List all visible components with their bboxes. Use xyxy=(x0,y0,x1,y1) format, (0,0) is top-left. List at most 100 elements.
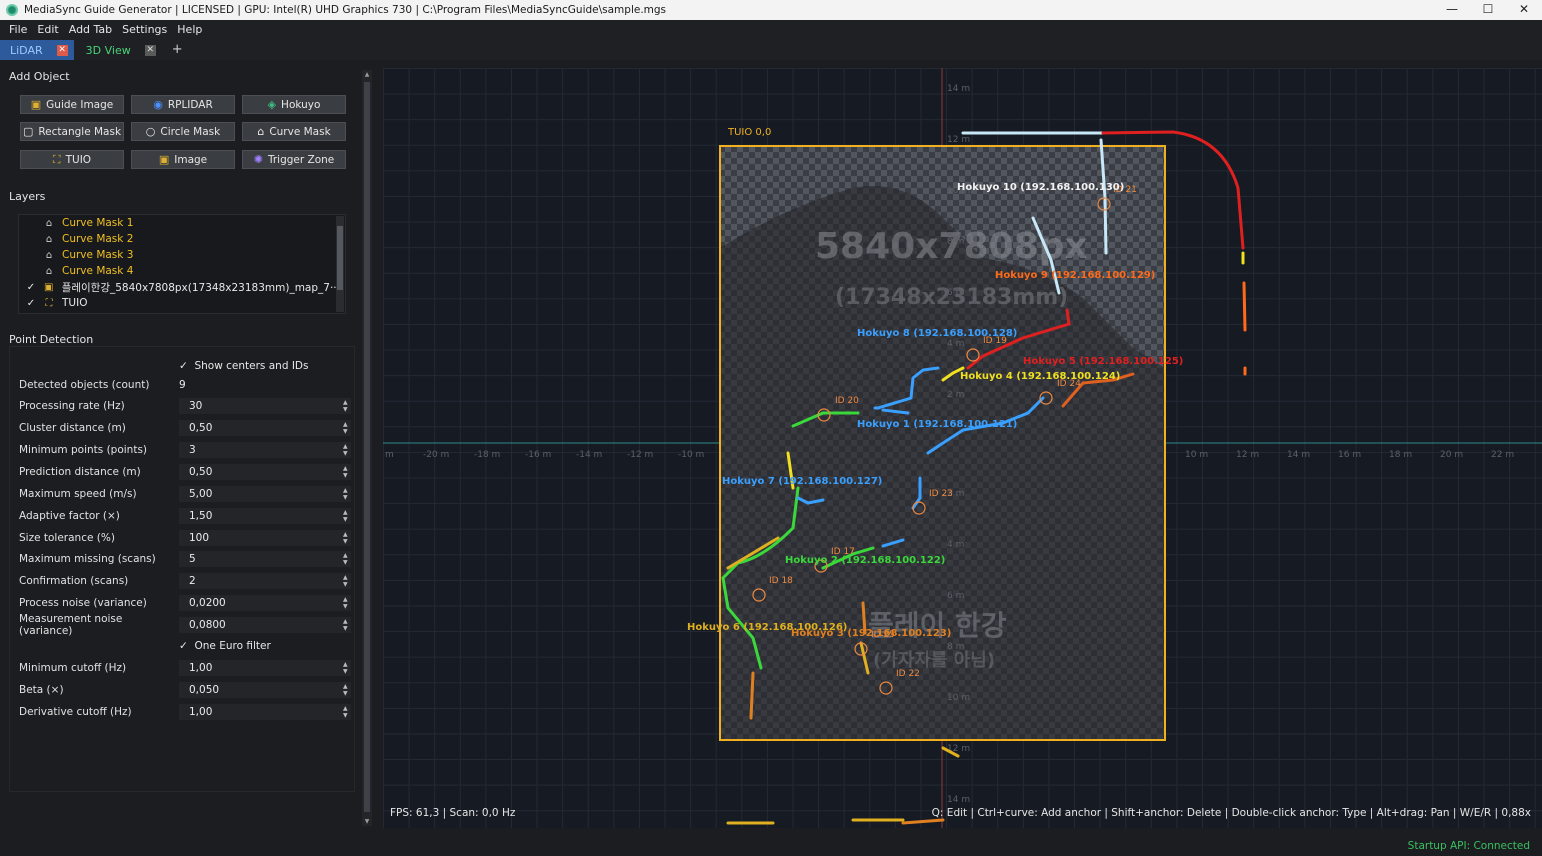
tab-lidar-close-icon[interactable]: ✕ xyxy=(56,44,68,56)
sensor-label-hokuyo-2[interactable]: Hokuyo 2 (192.168.100.122) xyxy=(785,555,945,566)
beta-input[interactable]: 0,050 ▲ ▼ xyxy=(179,682,351,698)
layers-scroll-thumb[interactable] xyxy=(337,226,343,290)
spin-arrows-icon[interactable]: ▲ ▼ xyxy=(343,531,349,545)
add-curve-mask-button[interactable]: ⌂ Curve Mask xyxy=(242,122,346,141)
lidar-viewport[interactable]: TUIO 0,0 5840x7808px (17348x23183mm) 플레이… xyxy=(383,68,1542,828)
point-detection-title: Point Detection xyxy=(9,333,94,346)
add-trigger-zone-button[interactable]: ✺ Trigger Zone xyxy=(242,150,346,169)
minimum-points-input[interactable]: 3 ▲ ▼ xyxy=(179,442,351,458)
y-tick-label: 4 m xyxy=(947,339,964,349)
spin-arrows-icon[interactable]: ▲ ▼ xyxy=(343,443,349,457)
add-tuio-button[interactable]: ⛶ TUIO xyxy=(20,150,124,169)
sidebar-scrollbar[interactable]: ▲ ▼ xyxy=(362,70,372,826)
adaptive-factor-input[interactable]: 1,50 ▲ ▼ xyxy=(179,508,351,524)
layer-checkbox-checked[interactable]: ✓ xyxy=(24,298,38,309)
add-rplidar-button[interactable]: ◉ RPLIDAR xyxy=(131,95,235,114)
show-centers-row: ✓ Show centers and IDs xyxy=(19,357,355,375)
spin-arrows-icon[interactable]: ▲ ▼ xyxy=(343,487,349,501)
menu-bar: File Edit Add Tab Settings Help xyxy=(0,20,1542,38)
prediction-distance-input[interactable]: 0,50 ▲ ▼ xyxy=(179,464,351,480)
maximum-speed-input[interactable]: 5,00 ▲ ▼ xyxy=(179,486,351,502)
menu-edit[interactable]: Edit xyxy=(32,23,63,36)
minimize-button[interactable]: — xyxy=(1434,0,1470,20)
menu-settings[interactable]: Settings xyxy=(117,23,172,36)
layer-checkbox-checked[interactable]: ✓ xyxy=(24,282,38,293)
param-label: Process noise (variance) xyxy=(19,597,147,609)
param-row: Processing rate (Hz) 30 ▲ ▼ xyxy=(19,397,355,415)
tab-3d-view[interactable]: 3D View ✕ xyxy=(76,40,162,60)
layer-item[interactable]: ⌂ Curve Mask 4 xyxy=(19,263,337,279)
scroll-up-icon[interactable]: ▲ xyxy=(362,71,372,78)
param-value: 1,00 xyxy=(189,662,213,674)
layer-item[interactable]: ✓ ▣ 플레이한강_5840x7808px(17348x23183mm)_map… xyxy=(19,279,337,295)
layers-scrollbar[interactable] xyxy=(336,216,344,312)
spin-arrows-icon[interactable]: ▲ ▼ xyxy=(343,574,349,588)
param-row: Derivative cutoff (Hz) 1,00 ▲ ▼ xyxy=(19,703,355,721)
confirmation-input[interactable]: 2 ▲ ▼ xyxy=(179,573,351,589)
one-euro-checkbox[interactable]: ✓ One Euro filter xyxy=(179,640,271,652)
spin-arrows-icon[interactable]: ▲ ▼ xyxy=(343,399,349,413)
tuio-icon: ⛶ xyxy=(45,297,53,309)
sensor-label-hokuyo-7[interactable]: Hokuyo 7 (192.168.100.127) xyxy=(722,476,882,487)
tab-lidar[interactable]: LiDAR ✕ xyxy=(0,40,74,60)
curve-icon: ⌂ xyxy=(45,249,53,261)
maximize-button[interactable]: ☐ xyxy=(1470,0,1506,20)
menu-file[interactable]: File xyxy=(4,23,32,36)
param-value: 0,0800 xyxy=(189,619,226,631)
show-centers-checkbox[interactable]: ✓ Show centers and IDs xyxy=(179,360,309,372)
sensor-label-hokuyo-8[interactable]: Hokuyo 8 (192.168.100.128) xyxy=(857,328,1017,339)
layer-item[interactable]: ⌂ Curve Mask 2 xyxy=(19,231,337,247)
param-label: Prediction distance (m) xyxy=(19,466,141,478)
minimum-cutoff-input[interactable]: 1,00 ▲ ▼ xyxy=(179,660,351,676)
spin-arrows-icon[interactable]: ▲ ▼ xyxy=(343,618,349,632)
spin-arrows-icon[interactable]: ▲ ▼ xyxy=(343,705,349,719)
param-label: Minimum cutoff (Hz) xyxy=(19,662,127,674)
spin-arrows-icon[interactable]: ▲ ▼ xyxy=(343,421,349,435)
measurement-noise-input[interactable]: 0,0800 ▲ ▼ xyxy=(179,617,351,633)
viewport-canvas[interactable]: TUIO 0,0 5840x7808px (17348x23183mm) 플레이… xyxy=(383,68,1542,828)
layer-item[interactable]: ⌂ Curve Mask 1 xyxy=(19,215,337,231)
layer-label: Curve Mask 4 xyxy=(62,265,134,277)
param-row: Confirmation (scans) 2 ▲ ▼ xyxy=(19,572,355,590)
size-tolerance-input[interactable]: 100 ▲ ▼ xyxy=(179,530,351,546)
add-tab-button[interactable]: + xyxy=(164,40,191,60)
scroll-down-icon[interactable]: ▼ xyxy=(362,818,372,825)
curve-icon: ⌂ xyxy=(45,233,53,245)
add-image-button[interactable]: ▣ Image xyxy=(131,150,235,169)
param-label: Derivative cutoff (Hz) xyxy=(19,706,132,718)
menu-help[interactable]: Help xyxy=(172,23,207,36)
menu-add-tab[interactable]: Add Tab xyxy=(64,23,117,36)
spin-arrows-icon[interactable]: ▲ ▼ xyxy=(343,509,349,523)
add-trigger-zone-label: Trigger Zone xyxy=(267,153,335,166)
spin-arrows-icon[interactable]: ▲ ▼ xyxy=(343,683,349,697)
sensor-label-hokuyo-1[interactable]: Hokuyo 1 (192.168.100.121) xyxy=(857,419,1017,430)
spin-arrows-icon[interactable]: ▲ ▼ xyxy=(343,661,349,675)
param-label: Adaptive factor (×) xyxy=(19,510,120,522)
add-rectangle-mask-button[interactable]: ▢ Rectangle Mask xyxy=(20,122,124,141)
process-noise-input[interactable]: 0,0200 ▲ ▼ xyxy=(179,595,351,611)
spin-arrows-icon[interactable]: ▲ ▼ xyxy=(343,596,349,610)
layer-item[interactable]: ⌂ Curve Mask 3 xyxy=(19,247,337,263)
sensor-label-hokuyo-3[interactable]: Hokuyo 3 (192.168.100.123) xyxy=(791,628,951,639)
y-tick-label: 14 m xyxy=(947,795,970,805)
add-circle-mask-button[interactable]: ○ Circle Mask xyxy=(131,122,235,141)
add-rplidar-label: RPLIDAR xyxy=(167,98,213,111)
add-guide-image-button[interactable]: ▣ Guide Image xyxy=(20,95,124,114)
sensor-label-hokuyo-4[interactable]: Hokuyo 4 (192.168.100.124) xyxy=(960,371,1120,382)
param-value: 2 xyxy=(189,575,196,587)
sensor-label-hokuyo-5[interactable]: Hokuyo 5 (192.168.100.125) xyxy=(1023,356,1183,367)
sensor-label-hokuyo-10[interactable]: Hokuyo 10 (192.168.100.130) xyxy=(957,182,1124,193)
close-window-button[interactable]: ✕ xyxy=(1506,0,1542,20)
spin-arrows-icon[interactable]: ▲ ▼ xyxy=(343,552,349,566)
sidebar-scroll-thumb[interactable] xyxy=(364,82,370,812)
maximum-missing-input[interactable]: 5 ▲ ▼ xyxy=(179,551,351,567)
layer-item[interactable]: ✓ ⛶ TUIO xyxy=(19,295,337,311)
add-hokuyo-button[interactable]: ◈ Hokuyo xyxy=(242,95,346,114)
tab-3d-view-close-icon[interactable]: ✕ xyxy=(144,44,156,56)
spin-arrows-icon[interactable]: ▲ ▼ xyxy=(343,465,349,479)
processing-rate-input[interactable]: 30 ▲ ▼ xyxy=(179,398,351,414)
sensor-label-hokuyo-9[interactable]: Hokuyo 9 (192.168.100.129) xyxy=(995,270,1155,281)
scan-trace xyxy=(901,818,945,825)
derivative-cutoff-input[interactable]: 1,00 ▲ ▼ xyxy=(179,704,351,720)
cluster-distance-input[interactable]: 0,50 ▲ ▼ xyxy=(179,420,351,436)
